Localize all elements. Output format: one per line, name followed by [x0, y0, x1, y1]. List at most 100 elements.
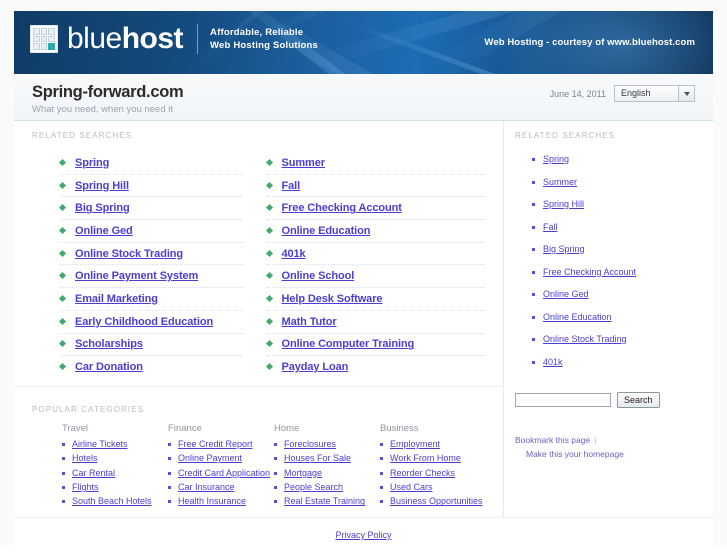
category-link[interactable]: Car Rental — [72, 468, 115, 478]
list-item[interactable]: Online Stock Trading — [532, 334, 713, 345]
category-link[interactable]: Business Opportunities — [390, 496, 483, 506]
list-item[interactable]: Hotels — [62, 453, 168, 464]
list-item[interactable]: Online Payment — [168, 453, 274, 464]
list-item[interactable]: Spring Hill — [532, 199, 713, 210]
list-item[interactable]: Online Ged — [532, 289, 713, 300]
category-link[interactable]: Free Credit Report — [178, 439, 253, 449]
list-item[interactable]: Car Rental — [62, 468, 168, 479]
related-search-link[interactable]: Math Tutor — [282, 316, 337, 328]
list-item[interactable]: Foreclosures — [274, 439, 380, 450]
related-search-link[interactable]: Scholarships — [75, 338, 143, 350]
list-item[interactable]: Big Spring — [532, 244, 713, 255]
list-item[interactable]: 401k — [532, 357, 713, 368]
related-search-item[interactable]: Free Checking Account — [265, 197, 485, 221]
related-search-item[interactable]: Early Childhood Education — [58, 311, 243, 334]
related-search-item[interactable]: Scholarships — [58, 334, 243, 357]
related-search-link[interactable]: Online Stock Trading — [75, 248, 183, 260]
list-item[interactable]: Used Cars — [380, 482, 486, 493]
list-item[interactable]: Spring — [532, 154, 713, 165]
category-link[interactable]: Houses For Sale — [284, 453, 351, 463]
related-search-link[interactable]: Spring — [75, 157, 109, 169]
sidebar-related-link[interactable]: Fall — [543, 222, 558, 232]
sidebar-related-link[interactable]: Free Checking Account — [543, 267, 636, 277]
related-search-item[interactable]: Summer — [265, 152, 485, 175]
sidebar-related-link[interactable]: Online Ged — [543, 289, 589, 299]
list-item[interactable]: Health Insurance — [168, 496, 274, 507]
related-search-link[interactable]: 401k — [282, 248, 306, 260]
list-item[interactable]: Free Checking Account — [532, 267, 713, 278]
category-link[interactable]: Car Insurance — [178, 482, 235, 492]
bookmark-page-link[interactable]: Bookmark this page — [515, 435, 590, 445]
related-search-item[interactable]: 401k — [265, 243, 485, 266]
sidebar-related-link[interactable]: Summer — [543, 177, 577, 187]
related-search-item[interactable]: Online Payment System — [58, 265, 243, 289]
list-item[interactable]: Houses For Sale — [274, 453, 380, 464]
list-item[interactable]: Mortgage — [274, 468, 380, 479]
related-search-link[interactable]: Online Education — [282, 225, 371, 237]
related-search-item[interactable]: Car Donation — [58, 356, 243, 378]
related-search-link[interactable]: Summer — [282, 157, 326, 169]
category-link[interactable]: Hotels — [72, 453, 98, 463]
sidebar-related-link[interactable]: Online Education — [543, 312, 612, 322]
category-link[interactable]: Credit Card Application — [178, 468, 270, 478]
category-link[interactable]: Mortgage — [284, 468, 322, 478]
related-search-item[interactable]: Help Desk Software — [265, 288, 485, 311]
related-search-item[interactable]: Online Computer Training — [265, 334, 485, 357]
related-search-link[interactable]: Help Desk Software — [282, 293, 383, 305]
related-search-item[interactable]: Email Marketing — [58, 288, 243, 311]
related-search-link[interactable]: Free Checking Account — [282, 202, 402, 214]
bluehost-logo[interactable]: bluehost Affordable, Reliable Web Hostin… — [30, 24, 318, 54]
list-item[interactable]: Flights — [62, 482, 168, 493]
list-item[interactable]: Car Insurance — [168, 482, 274, 493]
list-item[interactable]: Fall — [532, 222, 713, 233]
related-search-link[interactable]: Spring Hill — [75, 180, 129, 192]
category-link[interactable]: Online Payment — [178, 453, 242, 463]
related-search-item[interactable]: Online Ged — [58, 220, 243, 243]
category-link[interactable]: Employment — [390, 439, 440, 449]
language-select[interactable]: English — [614, 85, 695, 102]
sidebar-related-link[interactable]: Big Spring — [543, 244, 585, 254]
list-item[interactable]: Online Education — [532, 312, 713, 323]
related-search-link[interactable]: Online School — [282, 270, 355, 282]
related-search-link[interactable]: Online Ged — [75, 225, 133, 237]
category-link[interactable]: People Search — [284, 482, 343, 492]
list-item[interactable]: Reorder Checks — [380, 468, 486, 479]
category-link[interactable]: South Beach Hotels — [72, 496, 152, 506]
list-item[interactable]: Work From Home — [380, 453, 486, 464]
category-link[interactable]: Used Cars — [390, 482, 433, 492]
category-link[interactable]: Reorder Checks — [390, 468, 455, 478]
related-search-link[interactable]: Online Computer Training — [282, 338, 415, 350]
category-link[interactable]: Real Estate Training — [284, 496, 365, 506]
related-search-item[interactable]: Payday Loan — [265, 356, 486, 378]
search-button[interactable]: Search — [617, 392, 660, 408]
related-search-item[interactable]: Fall — [265, 175, 485, 198]
search-input[interactable] — [515, 393, 611, 407]
privacy-policy-link[interactable]: Privacy Policy — [335, 530, 391, 540]
related-search-link[interactable]: Big Spring — [75, 202, 130, 214]
sidebar-related-link[interactable]: Spring — [543, 154, 569, 164]
list-item[interactable]: People Search — [274, 482, 380, 493]
related-search-link[interactable]: Email Marketing — [75, 293, 158, 305]
list-item[interactable]: Real Estate Training — [274, 496, 380, 507]
category-link[interactable]: Foreclosures — [284, 439, 336, 449]
list-item[interactable]: Summer — [532, 177, 713, 188]
category-link[interactable]: Airline Tickets — [72, 439, 128, 449]
sidebar-related-link[interactable]: Online Stock Trading — [543, 334, 627, 344]
list-item[interactable]: Free Credit Report — [168, 439, 274, 450]
list-item[interactable]: Airline Tickets — [62, 439, 168, 450]
make-homepage-link[interactable]: Make this your homepage — [526, 449, 624, 459]
category-link[interactable]: Health Insurance — [178, 496, 246, 506]
list-item[interactable]: South Beach Hotels — [62, 496, 168, 507]
related-search-item[interactable]: Online School — [265, 265, 485, 289]
chevron-down-icon[interactable] — [679, 86, 694, 101]
related-search-item[interactable]: Online Education — [265, 220, 485, 243]
related-search-item[interactable]: Spring — [58, 152, 243, 175]
related-search-item[interactable]: Math Tutor — [265, 311, 485, 334]
list-item[interactable]: Business Opportunities — [380, 496, 486, 507]
related-search-link[interactable]: Online Payment System — [75, 270, 198, 282]
sidebar-related-link[interactable]: Spring Hill — [543, 199, 584, 209]
list-item[interactable]: Credit Card Application — [168, 468, 274, 479]
category-link[interactable]: Flights — [72, 482, 99, 492]
list-item[interactable]: Employment — [380, 439, 486, 450]
related-search-link[interactable]: Payday Loan — [282, 361, 349, 373]
